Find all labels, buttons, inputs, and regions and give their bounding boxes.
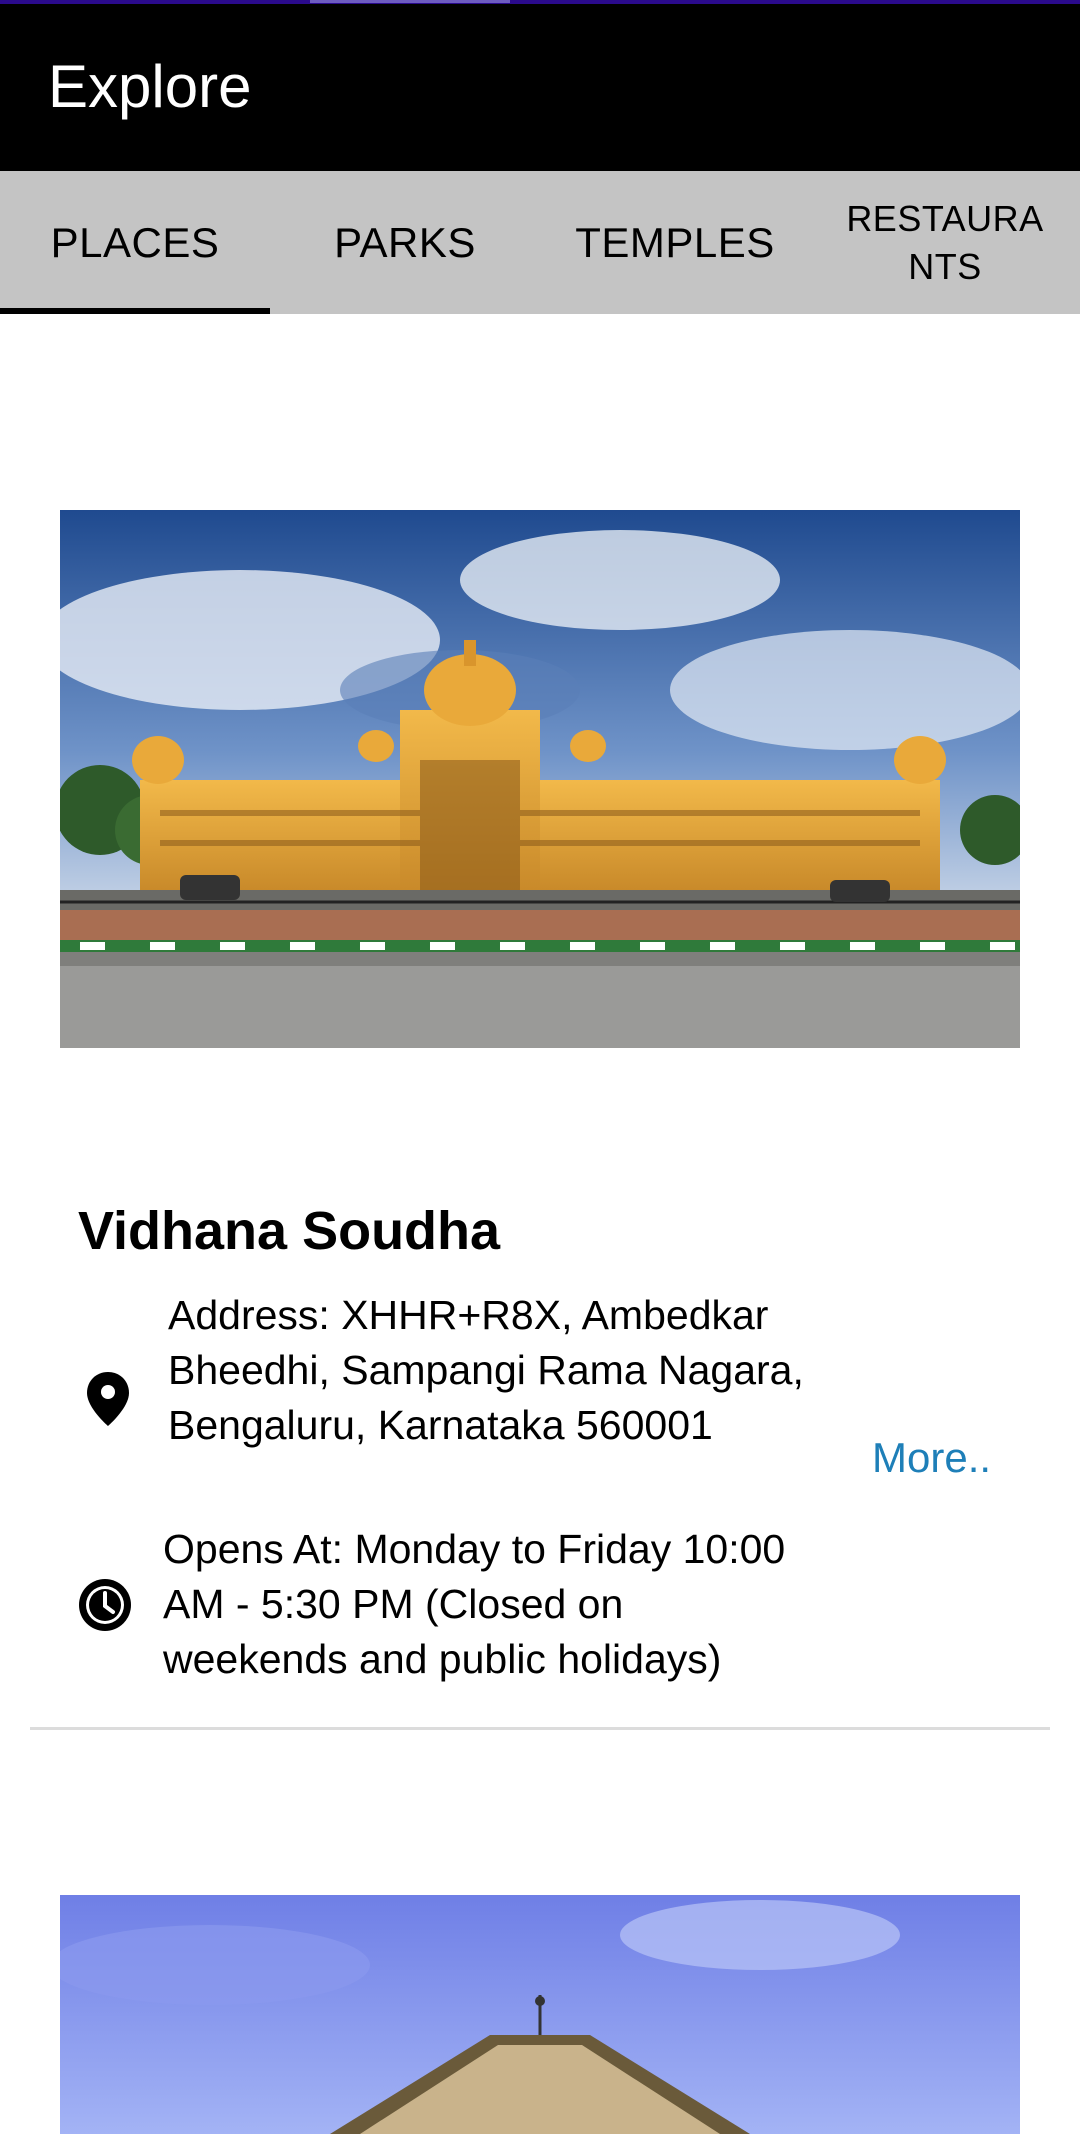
place-hours: Opens At: Monday to Friday 10:00 AM - 5:… — [163, 1526, 786, 1682]
location-pin-icon — [86, 1372, 130, 1426]
tab-places[interactable]: PLACES — [0, 171, 270, 314]
tab-label: RESTAURANTS — [846, 197, 1044, 287]
tab-parks[interactable]: PARKS — [270, 171, 540, 314]
selected-tab-indicator — [0, 308, 270, 314]
tab-temples[interactable]: TEMPLES — [540, 171, 810, 314]
place-address: Address: XHHR+R8X, Ambedkar Bheedhi, Sam… — [168, 1292, 804, 1448]
card-divider — [30, 1727, 1050, 1730]
more-link[interactable]: More.. — [872, 1434, 991, 1482]
tab-bar: PLACES PARKS TEMPLES RESTAURANTS — [0, 171, 1080, 314]
tab-restaurants[interactable]: RESTAURANTS — [810, 171, 1080, 314]
tab-label: TEMPLES — [575, 218, 775, 266]
tab-label: PARKS — [334, 218, 476, 266]
place-name: Vidhana Soudha — [78, 1201, 501, 1261]
app-bar: Explore — [0, 4, 1080, 171]
place-image[interactable] — [60, 1895, 1020, 2134]
place-photo — [60, 1895, 1020, 2134]
clock-icon — [78, 1578, 132, 1632]
place-image[interactable] — [60, 510, 1020, 1048]
tab-label: PLACES — [50, 218, 220, 266]
page-title: Explore — [48, 53, 252, 120]
place-photo — [60, 510, 1020, 1048]
